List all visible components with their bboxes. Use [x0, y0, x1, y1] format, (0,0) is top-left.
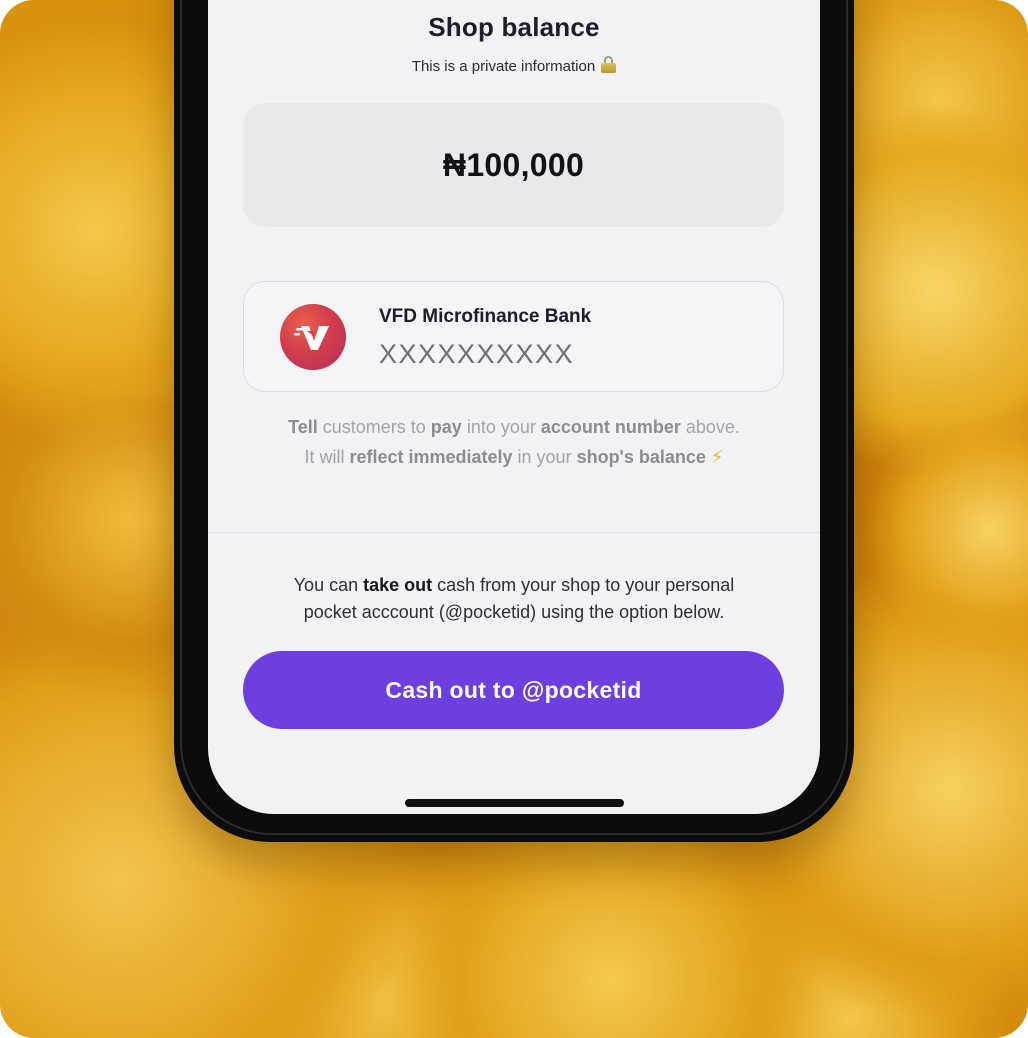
note-text: cash from your shop to your personal [432, 575, 735, 595]
hint-bold-reflect: reflect immediately [349, 447, 513, 467]
cashout-note: You can take out cash from your shop to … [208, 572, 820, 626]
cash-out-button[interactable]: Cash out to @pocketid [243, 651, 784, 729]
bank-account-card[interactable]: VFD Microfinance Bank XXXXXXXXXX [243, 281, 784, 392]
cashout-note-line-2: pocket acccount (@pocketid) using the op… [303, 602, 725, 622]
hint-text: customers to [317, 417, 431, 437]
hint-text: It will [304, 447, 350, 467]
home-indicator[interactable] [405, 799, 624, 807]
note-bold-take-out: take out [363, 575, 433, 595]
cashout-note-line-1: You can take out cash from your shop to … [208, 572, 820, 599]
bank-logo-icon [280, 304, 346, 370]
hint-text: above. [680, 417, 740, 437]
background-scene: Shop balance This is a private informati… [0, 0, 1028, 1038]
lightning-icon: ⚡ [705, 447, 724, 467]
divider [208, 532, 820, 533]
payment-hint-line-2: It will reflect immediately in your shop… [208, 442, 820, 472]
phone-screen: Shop balance This is a private informati… [208, 0, 820, 814]
payment-hint-line-1: Tell customers to pay into your account … [208, 412, 820, 442]
hint-text: into your [461, 417, 541, 437]
hint-bold-tell: Tell [288, 417, 318, 437]
balance-amount: ₦100,000 [442, 146, 585, 183]
bank-name: VFD Microfinance Bank [379, 306, 592, 327]
account-number[interactable]: XXXXXXXXXX [379, 339, 574, 370]
lock-icon [601, 56, 617, 73]
private-info-text: This is a private information [411, 58, 596, 75]
balance-card: ₦100,000 [243, 103, 784, 227]
note-text: You can [293, 575, 364, 595]
hint-bold-account-number: account number [540, 417, 681, 437]
private-info-note: This is a private information [208, 56, 820, 75]
hint-text: in your [512, 447, 577, 467]
hint-bold-pay: pay [430, 417, 462, 437]
hint-bold-shop-balance: shop's balance [576, 447, 706, 467]
page-title: Shop balance [428, 12, 600, 42]
payment-hint: Tell customers to pay into your account … [208, 412, 820, 472]
